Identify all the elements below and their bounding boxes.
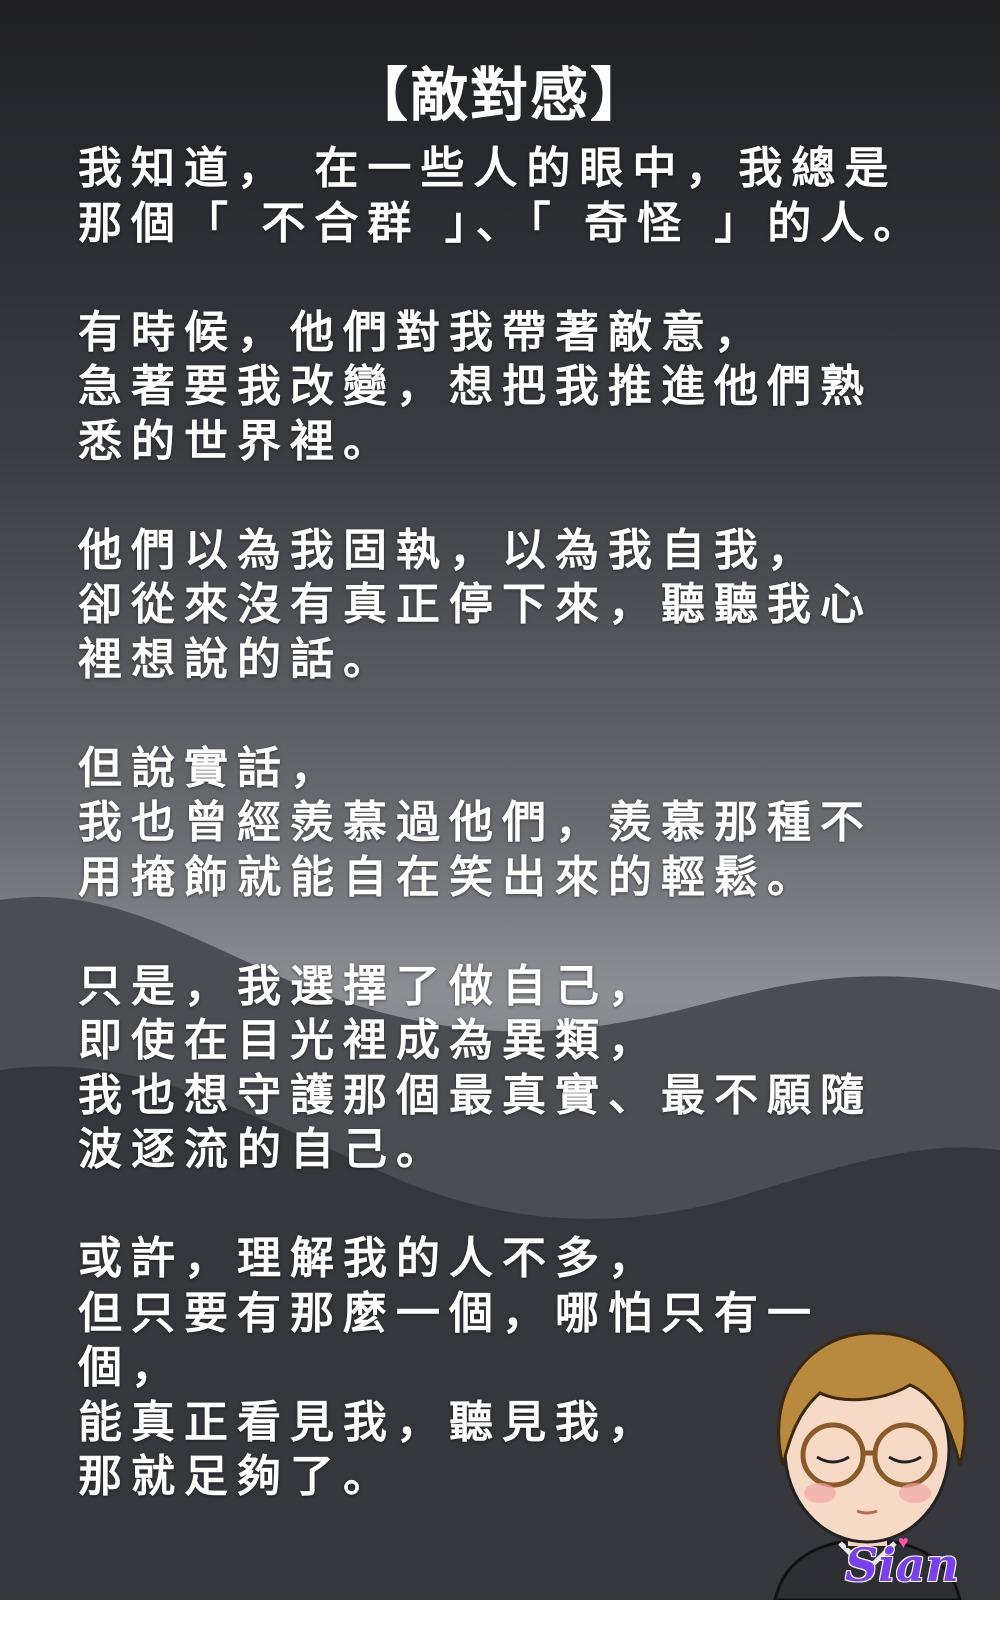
poem-line: 有時候，他們對我帶著敵意， — [78, 306, 767, 358]
poem-line: 卻從來沒有真正停下來，聽聽我心 — [78, 579, 873, 630]
stanza-2: 有時候，他們對我帶著敵意， 急著要我改變，想把我推進他們熟 悉的世界裡。 — [78, 306, 938, 470]
poem-line: 或許，理解我的人不多， — [78, 1233, 661, 1284]
stanza-4: 但說實話， 我也曾經羨慕過他們，羨慕那種不 用掩飾就能自在笑出來的輕鬆。 — [78, 742, 938, 906]
poem-line: 我也想守護那個最真實、最不願隨 — [78, 1069, 873, 1121]
poem-line: 我也曾經羨慕過他們，羨慕那種不 — [78, 797, 873, 848]
stanza-1: 我知道， 在一些人的眼中，我總是 那個「 不合群 」、「 奇怪 」的人。 — [78, 142, 938, 251]
poem-line: 急著要我改變，想把我推進他們熟 — [78, 361, 873, 412]
poem-line: 他們以為我固執，以為我自我， — [78, 524, 820, 576]
avatar-cheek-right — [899, 1483, 931, 1503]
stanza-3: 他們以為我固執，以為我自我， 卻從來沒有真正停下來，聽聽我心 裡想說的話。 — [78, 524, 938, 688]
poem-line: 波逐流的自己。 — [78, 1124, 449, 1175]
poem-line: 裡想說的話。 — [78, 633, 396, 685]
signature: Sian — [845, 1538, 959, 1592]
poster: 【敵對感】 我知道， 在一些人的眼中，我總是 那個「 不合群 」、「 奇怪 」的… — [0, 0, 1000, 1600]
poem-line: 用掩飾就能自在笑出來的輕鬆。 — [78, 851, 820, 903]
poem-line: 只是，我選擇了做自己， — [78, 960, 661, 1012]
poem-line: 即使在目光裡成為異類， — [78, 1015, 661, 1066]
poem-line: 那個「 不合群 」、「 奇怪 」的人。 — [78, 197, 927, 249]
poem-line: 我知道， 在一些人的眼中，我總是 — [78, 143, 898, 194]
avatar-cheek-left — [804, 1483, 836, 1503]
stanza-5: 只是，我選擇了做自己， 即使在目光裡成為異類， 我也想守護那個最真實、最不願隨 … — [78, 960, 938, 1178]
bottom-white-strip — [0, 1600, 1000, 1630]
poem-line: 但說實話， — [78, 742, 343, 794]
poem-line: 悉的世界裡。 — [78, 415, 396, 467]
poem-title: 【敵對感】 — [349, 61, 650, 129]
